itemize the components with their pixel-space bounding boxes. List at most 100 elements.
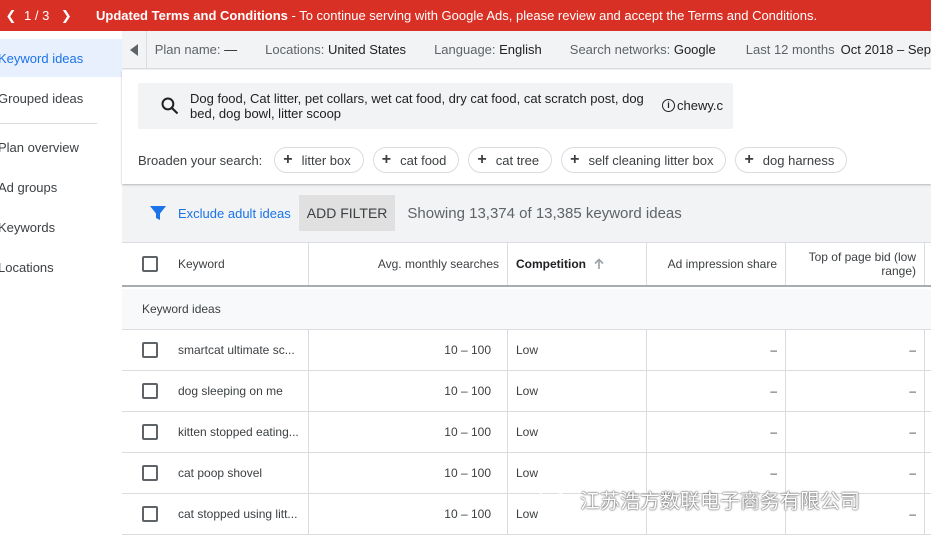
chip-label: self cleaning litter box [588, 152, 714, 168]
row-checkbox[interactable] [142, 424, 158, 440]
row-checkbox[interactable] [142, 506, 158, 522]
search-networks-field[interactable]: Search networks: Google [570, 42, 716, 57]
networks-value: Google [673, 42, 716, 57]
impression-share-cell: – [770, 343, 777, 357]
sidebar-item-keywords[interactable]: Keywords [0, 208, 122, 246]
impression-share-cell: – [770, 384, 777, 398]
header-competition[interactable]: Competition [516, 243, 646, 285]
locations-label: Locations: [265, 42, 325, 57]
top-bid-cell: – [909, 343, 916, 357]
sidebar-item-keyword-ideas[interactable]: Keyword ideas [0, 39, 122, 77]
column-divider [507, 371, 508, 411]
terms-banner: ❮ 1 / 3 ❯ Updated Terms and Conditions -… [0, 0, 931, 31]
language-label: Language: [434, 42, 496, 57]
table-row[interactable]: kitten stopped eating... 10 – 100 Low – … [122, 412, 931, 453]
keyword-cell[interactable]: cat stopped using litt... [178, 494, 302, 534]
column-divider [507, 494, 508, 534]
filter-icon[interactable] [150, 205, 166, 221]
sidebar-item-label: Grouped ideas [0, 90, 84, 106]
avg-searches-cell: 10 – 100 [444, 343, 491, 357]
column-divider [924, 494, 925, 534]
chevron-left-icon[interactable]: ❮ [4, 8, 18, 24]
broaden-chip[interactable]: + cat food [372, 147, 460, 173]
arrow-up-icon [594, 258, 604, 269]
language-field[interactable]: Language: English [434, 42, 542, 57]
table-header: Keyword Avg. monthly searches Competitio… [122, 243, 931, 287]
broaden-chip[interactable]: + dog harness [735, 147, 848, 173]
column-divider [507, 412, 508, 452]
locations-field[interactable]: Locations: United States [265, 42, 406, 57]
chip-label: cat food [400, 152, 447, 168]
broaden-chip[interactable]: + litter box [274, 147, 364, 173]
bid-header-line1: Top of page bid (low [808, 250, 916, 264]
column-divider [507, 330, 508, 370]
keyword-cell[interactable]: smartcat ultimate sc... [178, 330, 302, 370]
broaden-chip[interactable]: + cat tree [468, 147, 553, 173]
sidebar-item-label: Ad groups [0, 179, 58, 195]
competition-cell: Low [516, 425, 539, 439]
date-range-label: Last 12 months [745, 42, 835, 57]
keyword-cell[interactable]: kitten stopped eating... [178, 412, 302, 452]
exclude-adult-link[interactable]: Exclude adult ideas [178, 206, 291, 221]
row-checkbox-cell [142, 453, 158, 493]
keyword-search-box[interactable]: Dog food, Cat litter, pet collars, wet c… [138, 83, 733, 129]
competition-header-label: Competition [516, 257, 586, 271]
filter-bar: Exclude adult ideas ADD FILTER Showing 1… [122, 184, 931, 242]
sidebar-item-label: Keywords [0, 219, 56, 235]
banner-title[interactable]: Updated Terms and Conditions [96, 8, 288, 23]
plus-icon: + [381, 151, 392, 168]
header-keyword[interactable]: Keyword [178, 243, 298, 285]
sidebar-item-plan-overview[interactable]: Plan overview [0, 128, 122, 166]
header-ad-impression-share[interactable]: Ad impression share [647, 243, 777, 285]
date-range-value: Oct 2018 – Sep [840, 42, 931, 57]
language-value: English [499, 42, 542, 57]
plan-name-value: — [224, 42, 238, 57]
sidebar-item-ad-groups[interactable]: Ad groups [0, 168, 122, 206]
search-terms[interactable]: Dog food, Cat litter, pet collars, wet c… [190, 91, 650, 121]
row-checkbox-cell [142, 330, 158, 370]
locations-value: United States [328, 42, 407, 57]
search-icon [161, 97, 179, 115]
table-row[interactable]: smartcat ultimate sc... 10 – 100 Low – – [122, 330, 931, 371]
info-icon: i [662, 99, 675, 112]
plus-icon: + [283, 151, 293, 168]
collapse-sidebar-button[interactable] [122, 30, 147, 69]
banner-pager: 1 / 3 [24, 8, 50, 23]
broaden-label: Broaden your search: [138, 152, 263, 168]
chip-label: dog harness [762, 152, 835, 168]
date-range-field[interactable]: Last 12 months Oct 2018 – Sep [746, 42, 931, 57]
avg-searches-cell: 10 – 100 [444, 507, 491, 521]
select-all-checkbox[interactable] [142, 256, 158, 272]
row-checkbox[interactable] [142, 465, 158, 481]
section-header: Keyword ideas [122, 289, 931, 330]
row-checkbox-cell [142, 371, 158, 411]
row-checkbox[interactable] [142, 383, 158, 399]
sidebar-divider [0, 123, 97, 124]
row-checkbox-cell [142, 412, 158, 452]
row-checkbox[interactable] [142, 342, 158, 358]
top-bid-cell: – [909, 384, 916, 398]
plan-bar: Plan name: — Locations: United States La… [122, 30, 931, 69]
sidebar-item-grouped-ideas[interactable]: Grouped ideas [0, 79, 122, 117]
keyword-cell[interactable]: cat poop shovel [178, 453, 302, 493]
add-filter-button[interactable]: ADD FILTER [298, 195, 396, 231]
chevron-right-icon[interactable]: ❯ [59, 8, 73, 24]
keyword-cell[interactable]: dog sleeping on me [178, 371, 302, 411]
chip-label: cat tree [495, 152, 540, 168]
wechat-logo-icon [539, 487, 570, 511]
column-divider [924, 371, 925, 411]
watermark: 江苏浩方数联电子商务有限公司 [538, 484, 860, 514]
plan-name-field[interactable]: Plan name: — [155, 42, 237, 57]
table-row[interactable]: dog sleeping on me 10 – 100 Low – – [122, 371, 931, 412]
banner-pager-nav: ❮ 1 / 3 ❯ [0, 8, 96, 24]
site-filter[interactable]: i chewy.c [662, 98, 732, 113]
sidebar-item-locations[interactable]: Locations [0, 248, 122, 286]
chip-label: litter box [301, 152, 351, 168]
avg-searches-cell: 10 – 100 [444, 466, 491, 480]
header-top-bid-low[interactable]: Top of page bid (low range) [786, 243, 916, 285]
header-avg-monthly-searches[interactable]: Avg. monthly searches [309, 243, 499, 285]
search-card: Dog food, Cat litter, pet collars, wet c… [122, 70, 931, 184]
plus-icon: + [570, 151, 580, 168]
row-checkbox-cell [142, 494, 158, 534]
broaden-chip[interactable]: + self cleaning litter box [561, 147, 727, 173]
